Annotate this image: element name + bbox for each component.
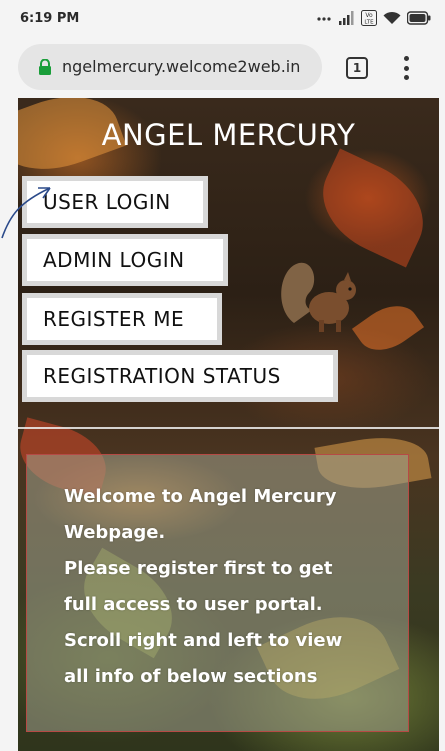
volte-icon: Vo LTE: [361, 10, 377, 26]
status-time: 6:19 PM: [20, 11, 80, 26]
site-title: ANGEL MERCURY: [101, 118, 356, 152]
signal-icon: [339, 11, 354, 25]
welcome-text-line: Scroll right and left to view: [64, 630, 343, 651]
browser-menu-button[interactable]: [400, 54, 412, 82]
screen: 6:19 PM Vo LTE ngelmercury.welcome2web.i…: [0, 0, 445, 751]
annotation-arrow-icon: [1, 187, 51, 239]
wifi-icon: [383, 11, 401, 24]
browser-toolbar: ngelmercury.welcome2web.in 1: [0, 40, 445, 98]
welcome-text-line: Welcome to Angel Mercury: [64, 486, 337, 507]
register-me-button[interactable]: REGISTER ME: [22, 293, 222, 345]
status-bar: 6:19 PM Vo LTE: [0, 0, 445, 40]
svg-text:Vo: Vo: [365, 12, 373, 19]
menu-dot: [403, 65, 409, 71]
welcome-text-line: all info of below sections: [64, 666, 318, 687]
battery-icon: [407, 11, 431, 25]
lock-icon: [39, 59, 51, 75]
divider: [18, 427, 439, 429]
menu-dot: [403, 75, 409, 80]
status-icons: Vo LTE: [317, 10, 431, 26]
url-text: ngelmercury.welcome2web.in: [62, 57, 301, 76]
svg-text:LTE: LTE: [364, 20, 374, 26]
dots-icon: [317, 17, 331, 21]
welcome-text-line: full access to user portal.: [64, 594, 323, 615]
registration-status-button[interactable]: REGISTRATION STATUS: [22, 350, 338, 402]
tab-switcher-button[interactable]: 1: [346, 57, 368, 79]
welcome-text-line: Please register first to get: [64, 558, 333, 579]
welcome-text-line: Webpage.: [64, 522, 166, 543]
web-page: ANGEL MERCURY USER LOGIN ADMIN LOGIN REG…: [18, 98, 439, 751]
menu-dot: [403, 56, 409, 61]
address-bar[interactable]: ngelmercury.welcome2web.in: [18, 44, 322, 90]
squirrel-image: [281, 262, 356, 332]
admin-login-button[interactable]: ADMIN LOGIN: [22, 234, 228, 286]
